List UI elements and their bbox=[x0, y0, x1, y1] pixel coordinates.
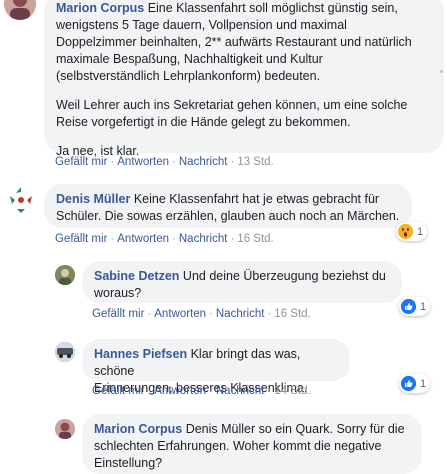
comment-text: maximale Bespaßung, Nachhaltigkeit und K… bbox=[56, 52, 323, 66]
comment-text: wenigstens 5 Tage dauern, Vollpension un… bbox=[56, 18, 347, 32]
comment-text: Reise vorgefertigt in die Hände gelegt z… bbox=[56, 115, 351, 129]
timestamp[interactable]: 16 Std. bbox=[274, 308, 310, 320]
comment-author[interactable]: Marion Corpus bbox=[56, 1, 144, 15]
reaction-count: 1 bbox=[420, 300, 427, 313]
reaction-badge[interactable]: 1 bbox=[399, 297, 431, 316]
avatar[interactable] bbox=[55, 342, 75, 362]
comment-actions: Gefällt mir · Antworten · Nachricht · 16 Std. bbox=[92, 308, 311, 320]
reaction-count: 1 bbox=[417, 225, 424, 238]
message-link[interactable]: Nachricht bbox=[216, 308, 265, 320]
comment-bubble: Marion Corpus Eine Klassenfahrt soll mög… bbox=[44, 0, 444, 158]
reply-link[interactable]: Antworten bbox=[154, 385, 206, 397]
reaction-count: 1 bbox=[420, 377, 427, 390]
avatar[interactable] bbox=[4, 0, 36, 20]
avatar[interactable] bbox=[55, 265, 75, 285]
comment-text: Marion Corpus Eine Klassenfahrt soll mög… bbox=[56, 1, 398, 15]
reply-bubble: Marion Corpus Denis Müller so ein Quark.… bbox=[82, 414, 422, 474]
comment-text: Hannes Piefsen Klar bringt das was, schö… bbox=[94, 347, 301, 378]
comment-text: Sabine Detzen Und deine Überzeugung bezi… bbox=[94, 269, 386, 283]
comment-actions: Gefällt mir · Antworten · Nachricht · 14 Std. bbox=[92, 385, 311, 397]
reply-link[interactable]: Antworten bbox=[117, 156, 169, 168]
reaction-badge[interactable]: 1 bbox=[399, 374, 431, 393]
wow-icon bbox=[398, 224, 413, 239]
reply-link[interactable]: Antworten bbox=[117, 233, 169, 245]
comment-bubble: Denis Müller Keine Klassenfahrt hat je e… bbox=[44, 184, 412, 228]
thumbs-up-icon bbox=[401, 376, 416, 391]
timestamp[interactable]: 16 Std. bbox=[237, 233, 273, 245]
comment-text: (selbstverständlich Lehrplankonform) bed… bbox=[56, 69, 321, 83]
reply-link[interactable]: Antworten bbox=[154, 308, 206, 320]
comment-author[interactable]: Hannes Piefsen bbox=[94, 347, 187, 361]
avatar[interactable] bbox=[55, 419, 75, 439]
comment-actions: Gefällt mir · Antworten · Nachricht · 13 Std. bbox=[55, 156, 274, 168]
comment-author[interactable]: Marion Corpus bbox=[94, 422, 182, 436]
reply-bubble: Sabine Detzen Und deine Überzeugung bezi… bbox=[82, 261, 402, 303]
scroll-indicator bbox=[440, 70, 443, 73]
comment-actions: Gefällt mir · Antworten · Nachricht · 16 Std. bbox=[55, 233, 274, 245]
comment-text: Doppelzimmer beinhalten, 2** aufwärts Re… bbox=[56, 35, 412, 49]
comment-author[interactable]: Denis Müller bbox=[56, 192, 130, 206]
thumbs-up-icon bbox=[401, 299, 416, 314]
message-link[interactable]: Nachricht bbox=[179, 156, 228, 168]
timestamp[interactable]: 13 Std. bbox=[237, 156, 273, 168]
avatar[interactable] bbox=[4, 183, 38, 217]
comment-author[interactable]: Sabine Detzen bbox=[94, 269, 179, 283]
message-link[interactable]: Nachricht bbox=[179, 233, 228, 245]
comment-text: schlechten Erfahrungen. Woher kommt die … bbox=[94, 439, 382, 453]
like-link[interactable]: Gefällt mir bbox=[55, 233, 107, 245]
reaction-badge[interactable]: 1 bbox=[396, 222, 428, 241]
like-link[interactable]: Gefällt mir bbox=[92, 308, 144, 320]
comment-text: Weil Lehrer auch ins Sekretariat gehen k… bbox=[56, 98, 408, 112]
reply-bubble: Hannes Piefsen Klar bringt das was, schö… bbox=[82, 339, 350, 395]
comment-text: woraus? bbox=[94, 286, 142, 300]
message-link[interactable]: Nachricht bbox=[216, 385, 265, 397]
comment-text: Einstellung? bbox=[94, 456, 163, 470]
comment-text: Marion Corpus Denis Müller so ein Quark.… bbox=[94, 422, 405, 436]
like-link[interactable]: Gefällt mir bbox=[92, 385, 144, 397]
like-link[interactable]: Gefällt mir bbox=[55, 156, 107, 168]
comment-text: Denis Müller Keine Klassenfahrt hat je e… bbox=[56, 192, 380, 206]
timestamp[interactable]: 14 Std. bbox=[274, 385, 310, 397]
comment-text: Schüler. Die sowas erzählen, glauben auc… bbox=[56, 209, 400, 223]
